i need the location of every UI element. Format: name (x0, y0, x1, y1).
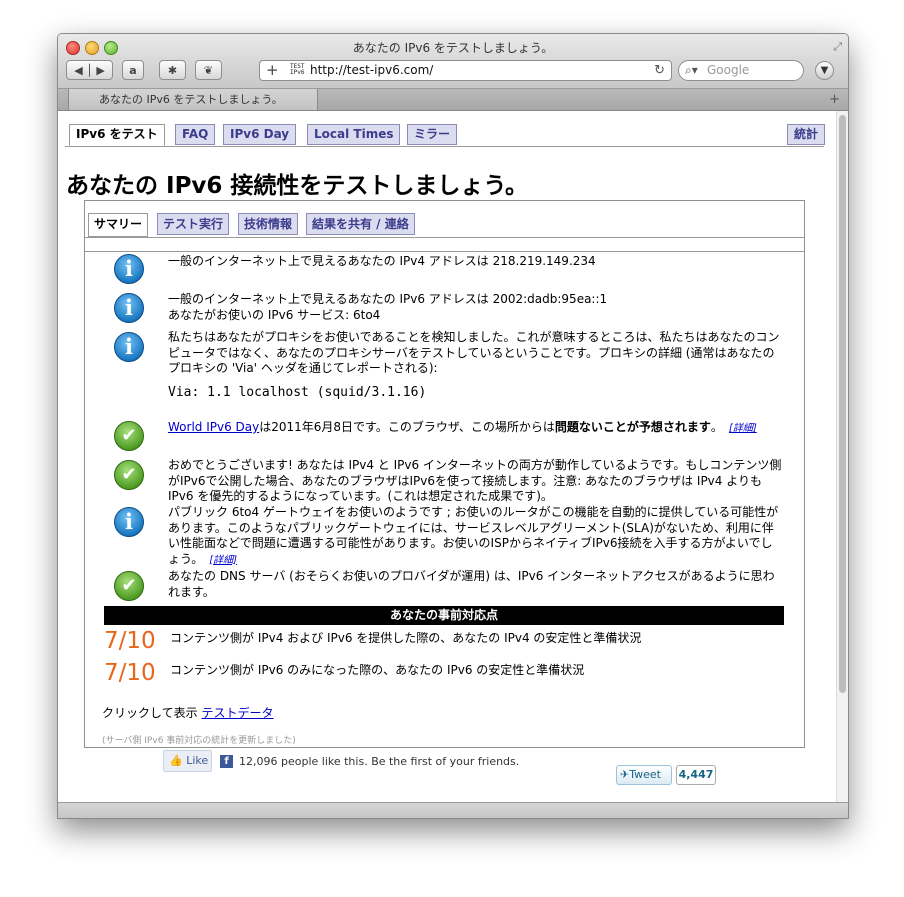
6to4-message: パブリック 6to4 ゲートウェイをお使いのようです ; お使いのルータがこの機… (168, 505, 783, 568)
checkmark-icon: ✔ (114, 460, 144, 490)
facebook-like-count: 12,096 people like this. Be the first of… (239, 755, 520, 768)
proxy-text: 私たちはあなたがプロキシをお使いであることを検知しました。これが意味するところは… (168, 330, 780, 375)
nav-tab-ipv6-day[interactable]: IPv6 Day (223, 124, 297, 145)
address-bar[interactable]: + TEST IPv6 http://test-ipv6.com/ ↻ (259, 60, 672, 81)
nav-tab-test-ipv6[interactable]: IPv6 をテスト (69, 124, 165, 146)
amazon-icon: a (129, 64, 137, 77)
elephant-icon: ❦ (203, 64, 214, 77)
bug-extension-button[interactable]: ✱ (159, 60, 186, 80)
evernote-extension-button[interactable]: ❦ (195, 60, 222, 80)
ipv6-address-message: 一般のインターネット上で見えるあなたの IPv6 アドレスは 2002:dadb… (168, 292, 783, 323)
readiness-score-header: あなたの事前対応点 (104, 606, 784, 625)
show-test-data: クリックして表示 テストデータ (102, 704, 273, 721)
ipv6-readiness-score: 7/10 (104, 660, 156, 686)
site-favicon: TEST IPv6 (290, 63, 305, 76)
tab-technical-info[interactable]: 技術情報 (238, 213, 299, 235)
tab-bar: あなたの IPv6 をテストしましょう。 + (58, 89, 848, 111)
browser-tab[interactable]: あなたの IPv6 をテストしましょう。 (68, 89, 318, 110)
nav-tab-faq[interactable]: FAQ (175, 124, 216, 145)
search-icon: ⌕▾ (685, 63, 698, 77)
6to4-text: パブリック 6to4 ゲートウェイをお使いのようです ; お使いのルータがこの機… (168, 505, 779, 566)
tab-run-test[interactable]: テスト実行 (157, 213, 230, 235)
test-data-link[interactable]: テストデータ (201, 706, 273, 720)
ipv4-readiness-score: 7/10 (104, 628, 156, 654)
ipv4-address-message: 一般のインターネット上で見えるあなたの IPv4 アドレスは 218.219.1… (168, 254, 596, 268)
page-content: IPv6 をテスト FAQ IPv6 Day Local Times ミラー 統… (58, 111, 836, 802)
new-tab-icon[interactable]: + (829, 89, 840, 110)
facebook-icon: f (220, 755, 233, 768)
ipv4-readiness-text: コンテンツ側が IPv4 および IPv6 を提供した際の、あなたの IPv4 … (170, 631, 642, 645)
window-title: あなたの IPv6 をテストしましょう。 (352, 41, 554, 55)
thumbs-up-icon: 👍 (169, 754, 183, 767)
status-bar (58, 802, 848, 818)
like-label: Like (186, 754, 209, 767)
ipv6-day-bold: 問題ないことが予想されます (554, 420, 711, 434)
info-icon: i (114, 332, 144, 362)
reload-icon[interactable]: ↻ (654, 61, 665, 80)
stats-updated-note: (サーバ側 IPv6 事前対応の統計を更新しました) (102, 736, 296, 746)
scrollbar-thumb[interactable] (839, 115, 846, 693)
search-field[interactable]: ⌕▾ Google (678, 60, 804, 81)
page-title: あなたの IPv6 接続性をテストしましょう。 (66, 173, 529, 199)
tab-share-results[interactable]: 結果を共有 / 連絡 (306, 213, 415, 235)
amazon-extension-button[interactable]: a (122, 60, 144, 80)
tab-summary[interactable]: サマリー (88, 213, 149, 237)
vertical-scrollbar[interactable] (836, 111, 848, 802)
dual-stack-message: おめでとうございます! あなたは IPv4 と IPv6 インターネットの両方が… (168, 458, 782, 503)
title-bar: あなたの IPv6 をテストしましょう。 ⤢ ◀ │ ▶ a ✱ ❦ + TES… (58, 34, 848, 89)
browser-window: あなたの IPv6 をテストしましょう。 ⤢ ◀ │ ▶ a ✱ ❦ + TES… (57, 33, 849, 819)
ipv6-readiness-text: コンテンツ側が IPv6 のみになった際の、あなたの IPv6 の安定性と準備状… (170, 663, 585, 677)
url-text[interactable]: http://test-ipv6.com/ (310, 61, 433, 80)
downloads-button[interactable]: ▼ (815, 61, 834, 80)
fullscreen-icon[interactable]: ⤢ (833, 40, 842, 54)
info-icon: i (114, 507, 144, 537)
bug-icon: ✱ (167, 64, 178, 77)
dns-message: あなたの DNS サーバ (おそらくお使いのプロバイダが運用) は、IPv6 イ… (168, 569, 775, 599)
back-forward-buttons[interactable]: ◀ │ ▶ (66, 60, 113, 80)
tweet-label: Tweet (629, 768, 661, 781)
checkmark-icon: ✔ (114, 421, 144, 451)
world-ipv6-day-link[interactable]: World IPv6 Day (168, 420, 259, 434)
proxy-message: 私たちはあなたがプロキシをお使いであることを検知しました。これが意味するところは… (168, 330, 783, 400)
via-header: Via: 1.1 localhost (squid/3.1.16) (168, 384, 427, 400)
nav-divider (65, 146, 824, 147)
facebook-like-button[interactable]: 👍 Like (163, 750, 212, 772)
back-icon[interactable]: ◀ (74, 64, 82, 77)
nav-tab-mirrors[interactable]: ミラー (407, 124, 458, 145)
ipv6-address-line: 一般のインターネット上で見えるあなたの IPv6 アドレスは 2002:dadb… (168, 292, 608, 306)
info-icon: i (114, 293, 144, 323)
ipv6-day-message: World IPv6 Dayは2011年6月8日です。このブラウザ、この場所から… (168, 420, 783, 437)
subtab-divider (85, 237, 804, 238)
nav-tab-local-times[interactable]: Local Times (307, 124, 401, 145)
ipv6-day-text: は2011年6月8日です。このブラウザ、この場所からは (259, 420, 555, 434)
twitter-bird-icon: ✈ (620, 768, 630, 781)
detail-link[interactable]: [詳細] (729, 423, 757, 434)
ipv6-day-end: 。 (710, 420, 723, 434)
info-icon: i (114, 254, 144, 284)
detail-link[interactable]: [詳細] (209, 555, 237, 566)
tweet-button[interactable]: ✈Tweet (616, 765, 672, 785)
checkmark-icon: ✔ (114, 571, 144, 601)
subtab-divider-lower (85, 251, 804, 252)
nav-tab-stats[interactable]: 統計 (787, 124, 826, 145)
add-bookmark-icon[interactable]: + (266, 61, 279, 80)
click-to-show-text: クリックして表示 (102, 706, 202, 720)
download-icon: ▼ (820, 65, 829, 76)
search-placeholder: Google (707, 63, 750, 77)
ipv6-service-line: あなたがお使いの IPv6 サービス: 6to4 (168, 307, 381, 322)
forward-icon[interactable]: ▶ (96, 64, 104, 77)
tweet-count[interactable]: 4,447 (676, 765, 716, 785)
